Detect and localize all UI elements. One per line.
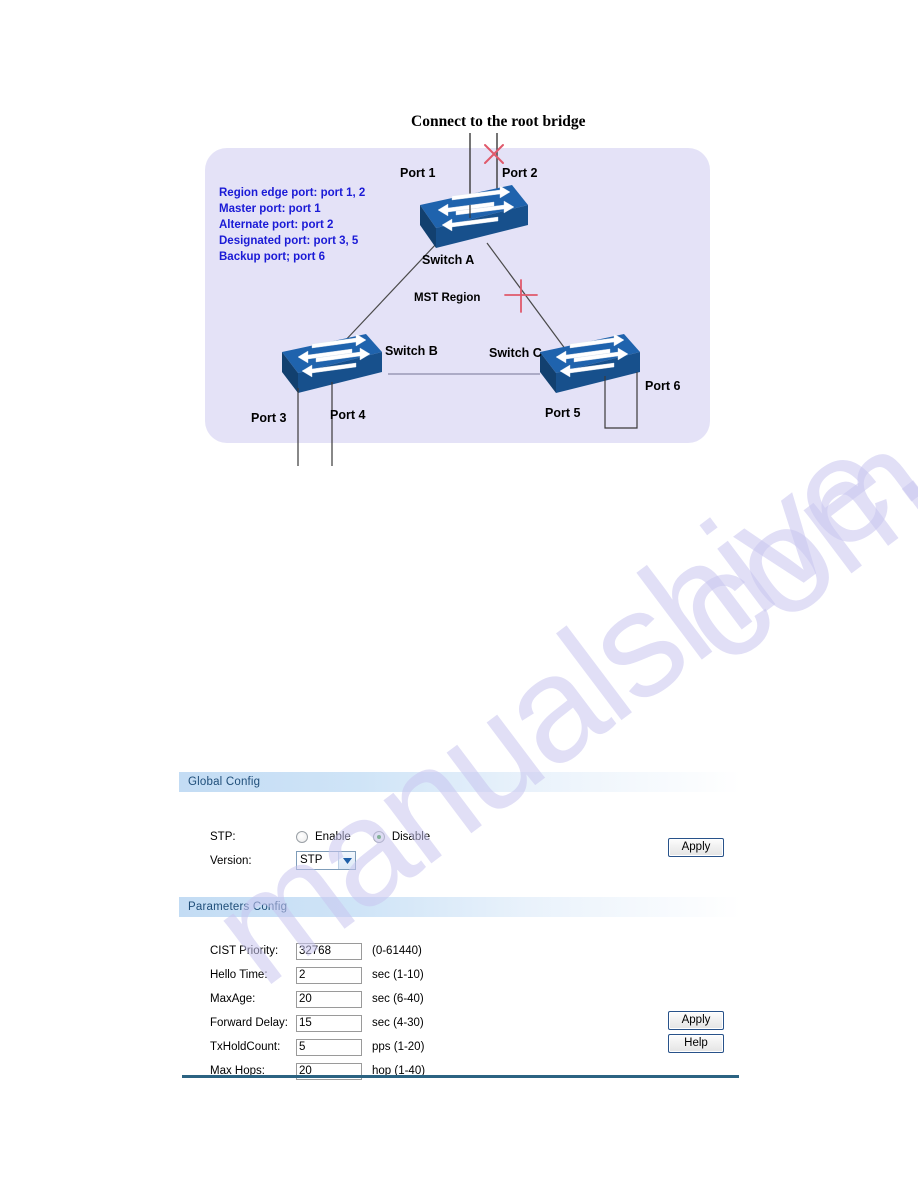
version-row: Version: STP [179, 848, 741, 873]
hello-time-hint: sec (1-10) [372, 969, 424, 981]
legend-item-4: Backup port; port 6 [219, 251, 325, 263]
switch-label-b: Switch B [385, 344, 438, 358]
hello-time-input[interactable] [296, 966, 362, 984]
field-row-txholdcount: TxHoldCount: pps (1-20) [179, 1035, 741, 1059]
txholdcount-hint: pps (1-20) [372, 1041, 425, 1053]
stp-label: STP: [210, 830, 236, 843]
port-label-3: Port 3 [251, 411, 286, 425]
field-row-max-hops: Max Hops: hop (1-40) [179, 1059, 741, 1083]
legend-item-2: Alternate port: port 2 [219, 219, 333, 231]
footer-divider [182, 1075, 739, 1078]
parameters-config-buttons: Apply Help [668, 1010, 741, 1053]
cist-priority-input[interactable] [296, 942, 362, 960]
txholdcount-input[interactable] [296, 1038, 362, 1056]
port-label-4: Port 4 [330, 408, 365, 422]
port-label-5: Port 5 [545, 406, 580, 420]
diagram-title: Connect to the root bridge [411, 113, 586, 130]
port-label-6: Port 6 [645, 379, 680, 393]
port-label-1: Port 1 [400, 166, 435, 180]
stp-enable-radio[interactable] [296, 830, 308, 843]
switch-label-c: Switch C [489, 346, 542, 360]
switch-label-a: Switch A [422, 253, 474, 267]
field-row-cist-priority: CIST Priority: (0-61440) [179, 939, 741, 963]
field-row-forward-delay: Forward Delay: sec (4-30) [179, 1011, 741, 1035]
parameters-config-panel: Parameters Config CIST Priority: (0-6144… [179, 897, 741, 1102]
global-config-body: STP: Enable Disable Version: STP Apply [179, 792, 741, 870]
mst-region-label: MST Region [414, 292, 480, 304]
cist-priority-hint: (0-61440) [372, 945, 422, 957]
field-row-hello-time: Hello Time: sec (1-10) [179, 963, 741, 987]
version-label: Version: [210, 854, 252, 867]
stp-config-area: Global Config STP: Enable Disable Versio… [179, 772, 741, 1102]
forward-delay-hint: sec (4-30) [372, 1017, 424, 1029]
hello-time-label: Hello Time: [210, 969, 268, 981]
stp-disable-label[interactable]: Disable [392, 831, 430, 843]
stp-radio-group: Enable Disable [296, 830, 452, 843]
max-age-hint: sec (6-40) [372, 993, 424, 1005]
version-select-value: STP [300, 854, 323, 866]
global-config-apply-button[interactable]: Apply [668, 838, 724, 857]
panel-gap [179, 869, 741, 897]
forward-delay-label: Forward Delay: [210, 1017, 288, 1029]
forward-delay-input[interactable] [296, 1014, 362, 1032]
chevron-down-icon [338, 852, 355, 869]
global-config-header: Global Config [179, 772, 741, 792]
legend-item-3: Designated port: port 3, 5 [219, 235, 359, 247]
cist-priority-label: CIST Priority: [210, 945, 279, 957]
legend-item-0: Region edge port: port 1, 2 [219, 187, 365, 199]
stp-disable-radio[interactable] [372, 830, 385, 843]
parameters-config-header: Parameters Config [179, 897, 741, 917]
parameters-config-help-button[interactable]: Help [668, 1034, 724, 1053]
stp-state-row: STP: Enable Disable [179, 792, 741, 848]
global-config-panel: Global Config STP: Enable Disable Versio… [179, 772, 741, 870]
field-row-max-age: MaxAge: sec (6-40) [179, 987, 741, 1011]
port-label-2: Port 2 [502, 166, 537, 180]
version-select[interactable]: STP [296, 851, 356, 870]
max-age-input[interactable] [296, 990, 362, 1008]
stp-enable-label[interactable]: Enable [315, 831, 351, 843]
txholdcount-label: TxHoldCount: [210, 1041, 281, 1053]
max-age-label: MaxAge: [210, 993, 256, 1005]
legend-item-1: Master port: port 1 [219, 203, 321, 215]
mst-region-diagram: Connect to the root bridge Region edge p… [0, 0, 918, 500]
parameters-config-apply-button[interactable]: Apply [668, 1011, 724, 1030]
